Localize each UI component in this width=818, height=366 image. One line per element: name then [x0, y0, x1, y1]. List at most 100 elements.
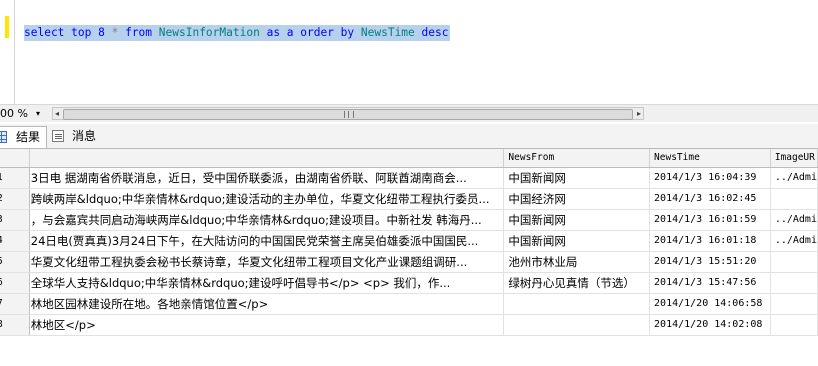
cell-imageurl[interactable] — [770, 251, 818, 273]
corner-header[interactable] — [0, 149, 30, 168]
table-row[interactable]: 7 林地区园林建设所在地。各地亲情馆位置</p> 2014/1/20 14:06:5… — [0, 293, 818, 315]
row-number[interactable]: 7 — [0, 293, 30, 315]
row-number-text: 5 — [0, 256, 3, 267]
cell-newsfrom[interactable]: 中国经济网 — [503, 188, 651, 210]
tab-results[interactable]: 结果 — [0, 126, 47, 148]
cell-newsfrom[interactable] — [503, 314, 651, 336]
cell-content-text: 华夏文化纽带工程执委会秘书长蔡诗章，华夏文化纽带工程项目文化产业课题组调研... — [30, 255, 468, 269]
column-header-newsfrom[interactable]: NewsFrom — [503, 149, 651, 168]
column-header-imageurl[interactable]: ImageUR — [770, 149, 818, 168]
table-row[interactable]: 8 林地区</p> 2014/1/20 14:02:08 — [0, 314, 818, 336]
cell-newsfrom-text: 池州市林业局 — [508, 255, 578, 269]
row-number[interactable]: 6 — [0, 272, 30, 294]
column-header-content[interactable] — [29, 149, 505, 168]
cell-newsfrom[interactable] — [503, 293, 651, 315]
sql-keyword-desc: desc — [421, 26, 449, 39]
table-row[interactable]: 4 24日电(贾真真)3月24日下午，在大陆访问的中国国民党荣誉主席吴伯雄委派中国… — [0, 230, 818, 252]
cell-newstime[interactable]: 2014/1/20 14:06:58 — [649, 293, 771, 315]
results-table: NewsFrom NewsTime ImageUR 1 3日电 据湖南省侨联消息，… — [0, 149, 818, 336]
row-number[interactable]: 5 — [0, 251, 30, 273]
cell-content-text: 林地区</p> — [30, 318, 96, 332]
zoom-select[interactable]: 00 % ▾ — [0, 106, 44, 121]
header-row: NewsFrom NewsTime ImageUR — [0, 149, 818, 168]
cell-content[interactable]: 林地区</p> — [29, 314, 505, 336]
cell-newsfrom[interactable]: 池州市林业局 — [503, 251, 651, 273]
scroll-right-icon[interactable]: ▸ — [637, 108, 641, 119]
row-number[interactable]: 8 — [0, 314, 30, 336]
horizontal-scrollbar[interactable]: ◂ ▸ — [52, 107, 644, 120]
chevron-down-icon[interactable]: ▾ — [36, 106, 40, 121]
cell-newsfrom[interactable]: 中国新闻网 — [503, 230, 651, 252]
cell-newsfrom-text: 中国经济网 — [508, 192, 566, 206]
sql-keyword-from: from — [125, 26, 153, 39]
cell-imageurl[interactable] — [770, 293, 818, 315]
cell-content[interactable]: 全球华人支持&ldquo;中华亲情林&rdquo;建设呼吁倡导书</p> <p>… — [29, 272, 505, 294]
table-row[interactable]: 3 ，与会嘉宾共同启动海峡两岸&ldquo;中华亲情林&rdquo;建设项目。中新… — [0, 209, 818, 231]
message-icon — [52, 130, 64, 142]
cell-content-text: 林地区园林建设所在地。各地亲情馆位置</p> — [30, 297, 269, 311]
cell-content-text: 24日电(贾真真)3月24日下午，在大陆访问的中国国民党荣誉主席吴伯雄委派中国国… — [30, 234, 479, 248]
row-number[interactable]: 1 — [0, 167, 30, 189]
cell-imageurl-text: ../Admi — [774, 235, 817, 246]
change-marker — [5, 16, 9, 38]
cell-imageurl[interactable] — [770, 188, 818, 210]
table-row[interactable]: 2 跨峡两岸&ldquo;中华亲情林&rdquo;建设活动的主办单位，华夏文化纽带… — [0, 188, 818, 210]
cell-newstime[interactable]: 2014/1/3 15:47:56 — [649, 272, 771, 294]
cell-newstime[interactable]: 2014/1/3 16:02:45 — [649, 188, 771, 210]
row-number[interactable]: 4 — [0, 230, 30, 252]
row-number[interactable]: 2 — [0, 188, 30, 210]
cell-newstime[interactable]: 2014/1/3 16:01:18 — [649, 230, 771, 252]
cell-content-text: 3日电 据湖南省侨联消息，近日，受中国侨联委派，由湖南省侨联、阿联酋湖南商会..… — [30, 171, 467, 185]
tab-messages-label: 消息 — [72, 129, 97, 143]
cell-content[interactable]: 跨峡两岸&ldquo;中华亲情林&rdquo;建设活动的主办单位，华夏文化纽带工… — [29, 188, 505, 210]
cell-newstime[interactable]: 2014/1/3 16:04:39 — [649, 167, 771, 189]
cell-newstime-text: 2014/1/3 16:02:45 — [654, 193, 757, 204]
cell-imageurl-text: ../Admi — [774, 172, 817, 183]
row-number-text: 4 — [0, 235, 3, 246]
row-number-text: 2 — [0, 193, 3, 204]
cell-newstime[interactable]: 2014/1/3 16:01:59 — [649, 209, 771, 231]
table-row[interactable]: 1 3日电 据湖南省侨联消息，近日，受中国侨联委派，由湖南省侨联、阿联酋湖南商会.… — [0, 167, 818, 189]
cell-newstime-text: 2014/1/3 15:51:20 — [654, 256, 757, 267]
editor-gutter — [14, 0, 15, 104]
results-grid[interactable]: NewsFrom NewsTime ImageUR 1 3日电 据湖南省侨联消息，… — [0, 149, 818, 366]
table-row[interactable]: 6 全球华人支持&ldquo;中华亲情林&rdquo;建设呼吁倡导书</p> <p… — [0, 272, 818, 294]
sql-column-name: NewsTime — [360, 26, 415, 39]
cell-newsfrom[interactable]: 中国新闻网 — [503, 167, 651, 189]
tab-messages[interactable]: 消息 — [50, 126, 102, 147]
row-number[interactable]: 3 — [0, 209, 30, 231]
cell-imageurl[interactable]: ../Admi — [770, 230, 818, 252]
cell-newsfrom-text: 中国新闻网 — [508, 171, 566, 185]
cell-newstime-text: 2014/1/3 16:04:39 — [654, 172, 757, 183]
cell-imageurl[interactable]: ../Admi — [770, 167, 818, 189]
sql-table-name: NewsInforMation — [158, 26, 260, 39]
cell-imageurl[interactable] — [770, 272, 818, 294]
cell-content[interactable]: 华夏文化纽带工程执委会秘书长蔡诗章，华夏文化纽带工程项目文化产业课题组调研... — [29, 251, 505, 273]
cell-newsfrom[interactable]: 中国新闻网 — [503, 209, 651, 231]
cell-newstime-text: 2014/1/3 16:01:59 — [654, 214, 757, 225]
cell-imageurl[interactable] — [770, 314, 818, 336]
cell-newstime[interactable]: 2014/1/3 15:51:20 — [649, 251, 771, 273]
row-number-text: 1 — [0, 172, 3, 183]
column-header-newstime[interactable]: NewsTime — [649, 149, 771, 168]
cell-content[interactable]: 林地区园林建设所在地。各地亲情馆位置</p> — [29, 293, 505, 315]
scroll-left-icon[interactable]: ◂ — [55, 108, 59, 119]
sql-editor[interactable]: select top 8 * from NewsInforMation as a… — [0, 0, 818, 104]
table-row[interactable]: 5 华夏文化纽带工程执委会秘书长蔡诗章，华夏文化纽带工程项目文化产业课题组调研..… — [0, 251, 818, 273]
cell-imageurl[interactable]: ../Admi — [770, 209, 818, 231]
cell-imageurl-text: ../Admi — [774, 214, 817, 225]
cell-newstime[interactable]: 2014/1/20 14:02:08 — [649, 314, 771, 336]
row-number-text: 3 — [0, 214, 3, 225]
cell-content[interactable]: ，与会嘉宾共同启动海峡两岸&ldquo;中华亲情林&rdquo;建设项目。中新社… — [29, 209, 505, 231]
result-tabs: 结果 消息 — [0, 124, 818, 149]
scrollbar-end-area — [644, 107, 818, 120]
cell-content[interactable]: 24日电(贾真真)3月24日下午，在大陆访问的中国国民党荣誉主席吴伯雄委派中国国… — [29, 230, 505, 252]
sql-query-line[interactable]: select top 8 * from NewsInforMation as a… — [24, 25, 451, 41]
scrollbar-thumb[interactable] — [63, 109, 633, 120]
cell-newsfrom[interactable]: 绿树丹心见真情（节选） — [503, 272, 651, 294]
cell-newsfrom-text: 中国新闻网 — [508, 213, 566, 227]
cell-content[interactable]: 3日电 据湖南省侨联消息，近日，受中国侨联委派，由湖南省侨联、阿联酋湖南商会..… — [29, 167, 505, 189]
sql-keyword-select: select top 8 — [24, 26, 105, 39]
cell-content-text: 跨峡两岸&ldquo;中华亲情林&rdquo;建设活动的主办单位，华夏文化纽带工… — [30, 192, 490, 206]
cell-newsfrom-text: 绿树丹心见真情（节选） — [508, 276, 635, 290]
